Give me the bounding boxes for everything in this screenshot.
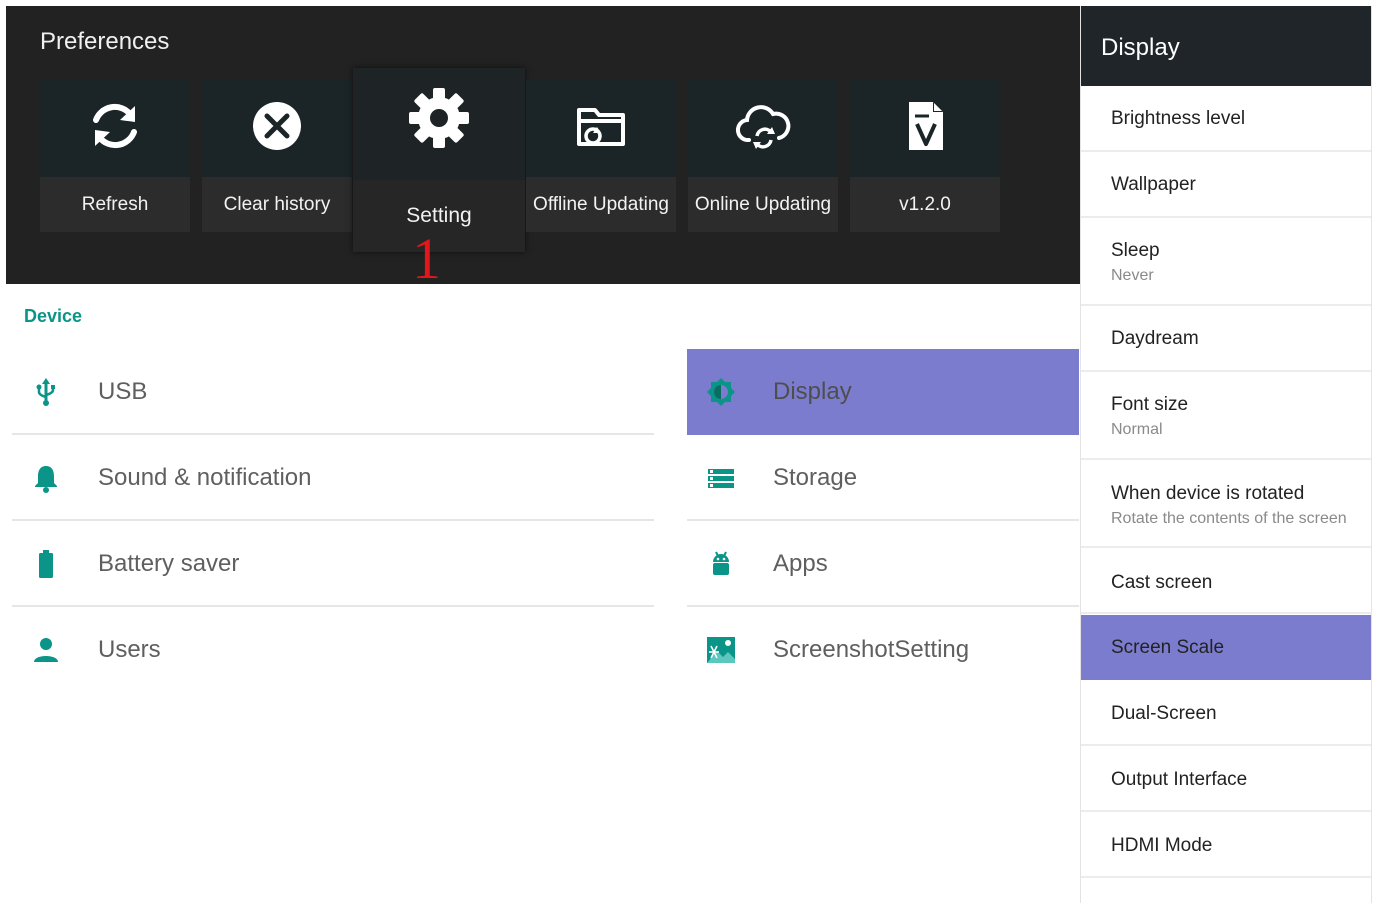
display-item-rotation[interactable]: When device is rotated Rotate the conten… (1081, 460, 1371, 548)
settings-item-users[interactable]: Users (12, 607, 654, 693)
display-item-cast-screen[interactable]: Cast screen (1081, 548, 1371, 614)
settings-item-usb[interactable]: USB (12, 349, 654, 435)
display-item-font-size[interactable]: Font size Normal (1081, 372, 1371, 460)
refresh-icon (93, 103, 137, 149)
display-item-daydream[interactable]: Daydream (1081, 306, 1371, 372)
display-item-dual-screen[interactable]: Dual-Screen (1081, 680, 1371, 746)
android-icon (713, 551, 729, 575)
settings-item-battery[interactable]: Battery saver (12, 521, 654, 607)
item-title: Cast screen (1111, 572, 1213, 593)
preferences-panel: Preferences Refresh Clear history Settin… (6, 6, 1080, 284)
settings-item-screenshot[interactable]: ScreenshotSetting (687, 607, 1079, 693)
refresh-tile[interactable]: Refresh (40, 80, 190, 232)
gear-icon (409, 88, 469, 148)
cloud-sync-icon (736, 105, 791, 149)
tile-label: Offline Updating (526, 177, 676, 232)
item-title: Dual-Screen (1111, 703, 1217, 724)
display-item-screen-scale[interactable]: Screen Scale (1081, 615, 1371, 680)
offline-updating-tile[interactable]: Offline Updating (526, 80, 676, 232)
item-title: Wallpaper (1111, 174, 1196, 195)
item-subtitle: Rotate the contents of the screen (1111, 510, 1347, 527)
item-label: Battery saver (98, 550, 240, 577)
display-item-wallpaper[interactable]: Wallpaper (1081, 152, 1371, 218)
clear-icon (253, 102, 301, 150)
item-label: Display (773, 378, 852, 405)
settings-item-sound[interactable]: Sound & notification (12, 435, 654, 521)
item-title: Font size (1111, 394, 1189, 415)
display-item-brightness[interactable]: Brightness level (1081, 86, 1371, 152)
device-section-title: Device (24, 306, 83, 326)
bell-icon (35, 466, 57, 493)
item-label: Storage (773, 464, 858, 491)
user-icon (34, 638, 58, 662)
screenshot-icon (707, 637, 735, 663)
tile-label: Clear history (202, 177, 352, 232)
online-updating-tile[interactable]: Online Updating (688, 80, 838, 232)
display-panel-title: Display (1101, 34, 1180, 61)
battery-icon (39, 550, 53, 578)
display-item-output-interface[interactable]: Output Interface (1081, 746, 1371, 812)
item-title: Output Interface (1111, 769, 1248, 790)
tile-label: Online Updating (688, 177, 838, 232)
clear-history-tile[interactable]: Clear history (202, 80, 352, 232)
item-title: When device is rotated (1111, 483, 1305, 504)
item-title: Sleep (1111, 240, 1160, 261)
brightness-icon (707, 378, 735, 406)
settings-item-display[interactable]: Display (687, 349, 1079, 435)
item-label: ScreenshotSetting (773, 636, 970, 663)
item-label: USB (98, 378, 148, 405)
version-tile[interactable]: v1.2.0 (850, 80, 1000, 232)
settings-item-apps[interactable]: Apps (687, 521, 1079, 607)
display-panel: Display Brightness level Wallpaper Sleep… (1080, 6, 1372, 903)
tile-label: v1.2.0 (850, 177, 1000, 232)
display-panel-header: Display (1081, 6, 1371, 86)
usb-icon (36, 378, 55, 406)
tile-label: Refresh (40, 177, 190, 232)
settings-item-storage[interactable]: Storage (687, 435, 1079, 521)
storage-icon (708, 469, 734, 488)
annotation-1: 1 (412, 226, 441, 291)
item-subtitle: Normal (1111, 421, 1163, 438)
display-item-hdmi-mode[interactable]: HDMI Mode (1081, 812, 1371, 878)
setting-tile[interactable]: Setting (353, 68, 525, 252)
display-item-sleep[interactable]: Sleep Never (1081, 218, 1371, 306)
item-label: Sound & notification (98, 464, 312, 491)
item-title: Screen Scale (1111, 637, 1225, 658)
item-label: Users (98, 636, 161, 663)
item-label: Apps (773, 550, 828, 577)
preferences-title: Preferences (40, 28, 170, 55)
item-title: Daydream (1111, 328, 1199, 349)
item-subtitle: Never (1111, 267, 1154, 284)
item-title: HDMI Mode (1111, 835, 1213, 856)
item-title: Brightness level (1111, 108, 1246, 129)
version-icon (909, 102, 943, 150)
folder-sync-icon (577, 108, 625, 146)
